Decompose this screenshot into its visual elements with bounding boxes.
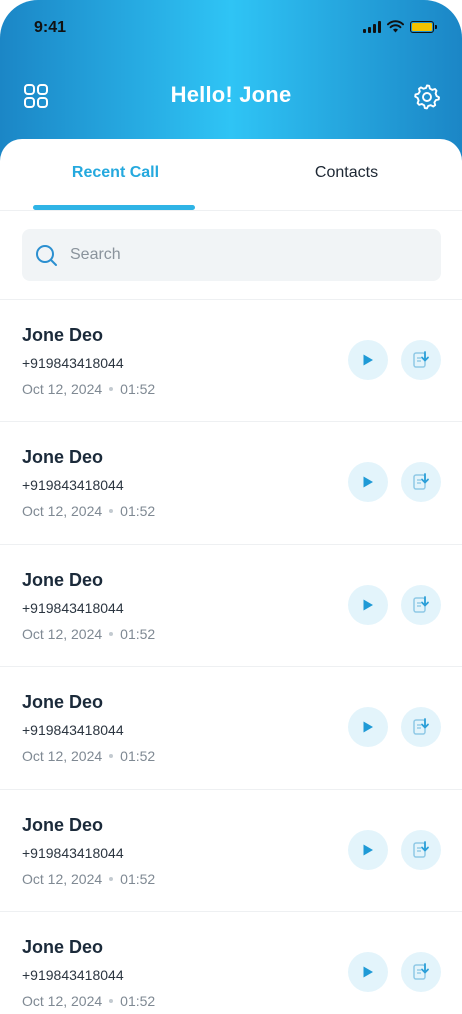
download-recording-button[interactable] [401, 707, 441, 748]
play-icon [363, 966, 373, 978]
search-icon [36, 245, 57, 266]
play-recording-button[interactable] [348, 829, 388, 870]
call-meta: Oct 12, 2024 01:52 [22, 748, 155, 764]
call-date: Oct 12, 2024 [22, 381, 103, 397]
status-time: 9:41 [34, 19, 67, 36]
phone-screen: 9:41 Hello! Jone Recent Call Contacts Se… [0, 0, 462, 1014]
play-icon [363, 599, 373, 611]
contact-name: Jone Deo [22, 692, 104, 713]
call-duration: 01:52 [120, 992, 156, 1009]
separator-dot [109, 876, 114, 881]
contact-name: Jone Deo [22, 814, 104, 835]
call-meta: Oct 12, 2024 01:52 [22, 381, 155, 397]
call-date: Oct 12, 2024 [22, 748, 103, 765]
call-row[interactable]: Jone Deo +919843418044 Oct 12, 2024 01:5… [0, 543, 462, 666]
call-duration: 01:52 [120, 870, 156, 887]
wifi-icon [387, 20, 404, 33]
contact-phone: +919843418044 [22, 844, 124, 861]
call-row[interactable]: Jone Deo +919843418044 Oct 12, 2024 01:5… [0, 788, 462, 911]
search-bar[interactable] [22, 229, 441, 281]
content-sheet: Recent Call Contacts Jone Deo +919843418… [0, 139, 462, 1014]
call-date: Oct 12, 2024 [22, 503, 103, 520]
separator-dot [109, 998, 114, 1003]
status-bar: 9:41 [0, 0, 462, 56]
download-recording-button[interactable] [401, 340, 441, 380]
download-recording-button[interactable] [401, 584, 441, 625]
tab-contacts[interactable]: Contacts [231, 164, 462, 182]
contact-phone: +919843418044 [22, 599, 124, 616]
play-recording-button[interactable] [348, 951, 388, 992]
separator-dot [109, 509, 114, 514]
contact-phone: +919843418044 [22, 355, 124, 371]
call-meta: Oct 12, 2024 01:52 [22, 626, 155, 642]
call-row[interactable]: Jone Deo +919843418044 Oct 12, 2024 01:5… [0, 299, 462, 421]
contact-name: Jone Deo [22, 569, 104, 590]
battery-icon [410, 20, 437, 33]
contact-name: Jone Deo [22, 325, 104, 345]
download-recording-button[interactable] [401, 829, 441, 870]
top-bar: Hello! Jone [0, 78, 462, 114]
download-file-icon [413, 963, 429, 980]
contact-name: Jone Deo [22, 447, 104, 468]
contact-phone: +919843418044 [22, 477, 124, 494]
play-icon [363, 476, 373, 488]
call-date: Oct 12, 2024 [22, 625, 103, 642]
play-recording-button[interactable] [348, 707, 388, 748]
call-duration: 01:52 [120, 381, 156, 397]
download-recording-button[interactable] [401, 951, 441, 992]
play-recording-button[interactable] [348, 340, 388, 380]
download-file-icon [413, 595, 429, 613]
download-recording-button[interactable] [401, 462, 441, 503]
recent-call-list: Jone Deo +919843418044 Oct 12, 2024 01:5… [0, 299, 462, 1014]
tab-recent-call[interactable]: Recent Call [0, 164, 231, 182]
call-meta: Oct 12, 2024 01:52 [22, 871, 155, 887]
play-recording-button[interactable] [348, 584, 388, 625]
page-title: Hello! Jone [170, 82, 292, 107]
status-icons [363, 20, 437, 33]
contact-name: Jone Deo [22, 936, 104, 957]
play-icon [363, 844, 373, 856]
call-row[interactable]: Jone Deo +919843418044 Oct 12, 2024 01:5… [0, 666, 462, 788]
play-icon [363, 354, 373, 366]
play-icon [363, 721, 373, 733]
contact-phone: +919843418044 [22, 966, 124, 983]
call-meta: Oct 12, 2024 01:52 [22, 503, 155, 519]
separator-dot [109, 631, 114, 636]
call-duration: 01:52 [120, 748, 156, 765]
download-file-icon [413, 718, 429, 735]
download-file-icon [413, 840, 429, 858]
download-file-icon [413, 351, 429, 368]
call-row[interactable]: Jone Deo +919843418044 Oct 12, 2024 01:5… [0, 910, 462, 1014]
call-meta: Oct 12, 2024 01:52 [22, 993, 155, 1009]
call-date: Oct 12, 2024 [22, 992, 103, 1009]
call-duration: 01:52 [120, 625, 156, 642]
search-input[interactable] [70, 229, 430, 281]
tab-bar: Recent Call Contacts [0, 139, 462, 211]
signal-icon [363, 20, 381, 33]
gear-icon [414, 84, 440, 110]
play-recording-button[interactable] [348, 462, 388, 503]
call-row[interactable]: Jone Deo +919843418044 Oct 12, 2024 01:5… [0, 421, 462, 543]
call-date: Oct 12, 2024 [22, 870, 103, 887]
active-tab-indicator [33, 205, 195, 210]
separator-dot [109, 754, 114, 759]
separator-dot [109, 387, 114, 391]
settings-button[interactable] [412, 81, 442, 111]
contact-phone: +919843418044 [22, 722, 124, 739]
call-duration: 01:52 [120, 503, 156, 520]
download-file-icon [413, 473, 429, 491]
